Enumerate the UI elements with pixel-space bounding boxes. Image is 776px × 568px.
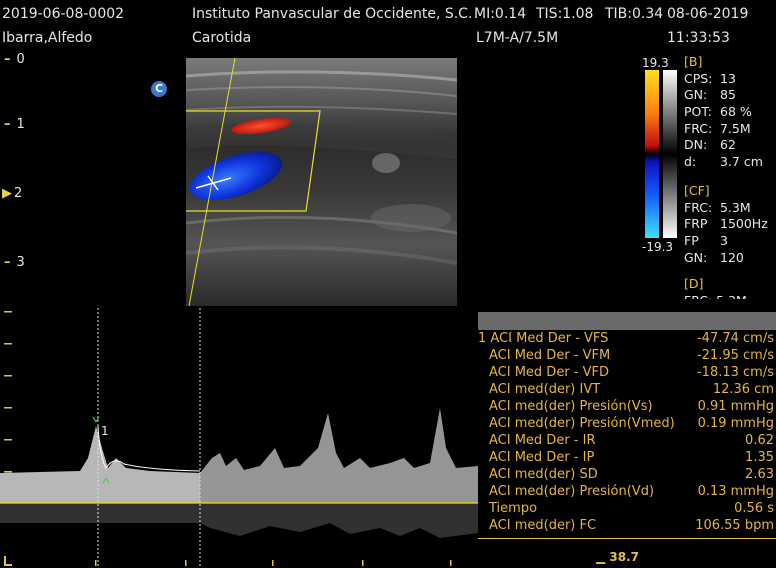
depth-tick-0: –0 (4, 52, 25, 67)
param-row: GN: 85 (684, 87, 736, 103)
param-row: FP 3 (684, 232, 728, 248)
measurement-row: 1 ACI Med Der - VFS -47.74 cm/s (478, 331, 774, 346)
depth-tick-3: –3 (4, 255, 25, 270)
measurement-row: ACI med(der) FC 106.55 bpm (489, 518, 774, 533)
patient-name: Ibarra,Alfedo (2, 30, 93, 46)
doppler-section-header: [D] (684, 276, 704, 292)
param-row-partial: FRC: 5.3M (684, 293, 776, 299)
measurement-row: ACI med(der) Presión(Vmed) 0.19 mmHg (489, 416, 774, 431)
spectral-doppler-trace[interactable] (0, 308, 478, 568)
measurement-panel: 1 ACI Med Der - VFS -47.74 cm/s ACI Med D… (478, 312, 776, 540)
param-row: CPS: 13 (684, 70, 736, 86)
color-flow-section-header: [CF] (684, 182, 710, 198)
b-mode-image[interactable] (186, 58, 457, 306)
color-scale-top: 19.3 (642, 56, 669, 70)
depth-tick-2: ▶ 2 (2, 186, 23, 201)
measurement-header-bar (478, 312, 776, 330)
param-row: FRC: 5.3M (684, 199, 751, 215)
param-row: DN: 62 (684, 137, 736, 153)
tib-index: TIB:0.34 (605, 6, 664, 22)
caliper-label: 1 (101, 424, 109, 438)
probe-label: L7M-A/7.5M (476, 30, 559, 46)
tis-index: TIS:1.08 (536, 6, 594, 22)
measurement-row: Tiempo 0.56 s (489, 501, 774, 516)
param-row: GN: 120 (684, 249, 744, 265)
measurement-row: ACI med(der) SD 2.63 (489, 467, 774, 482)
parameter-panel: [B] CPS: 13 GN: 85 POT: 68 % FRC: 7.5M DN: 62… (684, 54, 776, 299)
depth-tick-1: –1 (4, 117, 25, 132)
measurement-row: ACI med(der) IVT 12.36 cm (489, 382, 774, 397)
color-scale-bottom: -19.3 (642, 240, 674, 254)
color-velocity-bar (645, 70, 677, 238)
mi-index: MI:0.14 (474, 6, 527, 22)
velocity-scale-max: ▁ 38.7 (596, 550, 640, 564)
measurement-row: ACI med(der) Presión(Vs) 0.91 mmHg (489, 399, 774, 414)
param-row: d: 3.7 cm (684, 154, 763, 170)
measurement-row: ACI Med Der - IP 1.35 (489, 450, 774, 465)
measurement-row: ACI Med Der - VFM -21.95 cm/s (489, 348, 774, 363)
orientation-marker: C (151, 81, 167, 97)
param-row: FRC: 7.5M (684, 120, 751, 136)
focus-marker: ▶ (2, 186, 12, 201)
measurement-row: ACI Med Der - VFD -18.13 cm/s (489, 365, 774, 380)
institution-name: Instituto Panvascular de Occidente, S.C. (192, 6, 473, 22)
measurement-row: ACI Med Der - IR 0.62 (489, 433, 774, 448)
exam-date: 08-06-2019 (667, 6, 749, 22)
patient-id: 2019-06-08-0002 (2, 6, 125, 22)
measurement-row: ACI med(der) Presión(Vd) 0.13 mmHg (489, 484, 774, 499)
b-mode-section-header: [B] (684, 54, 703, 69)
exam-type: Carotida (192, 30, 252, 46)
measurement-divider (478, 538, 776, 539)
param-row: FRP 1500Hz (684, 216, 768, 232)
param-row: POT: 68 % (684, 104, 752, 120)
exam-time: 11:33:53 (667, 30, 730, 46)
